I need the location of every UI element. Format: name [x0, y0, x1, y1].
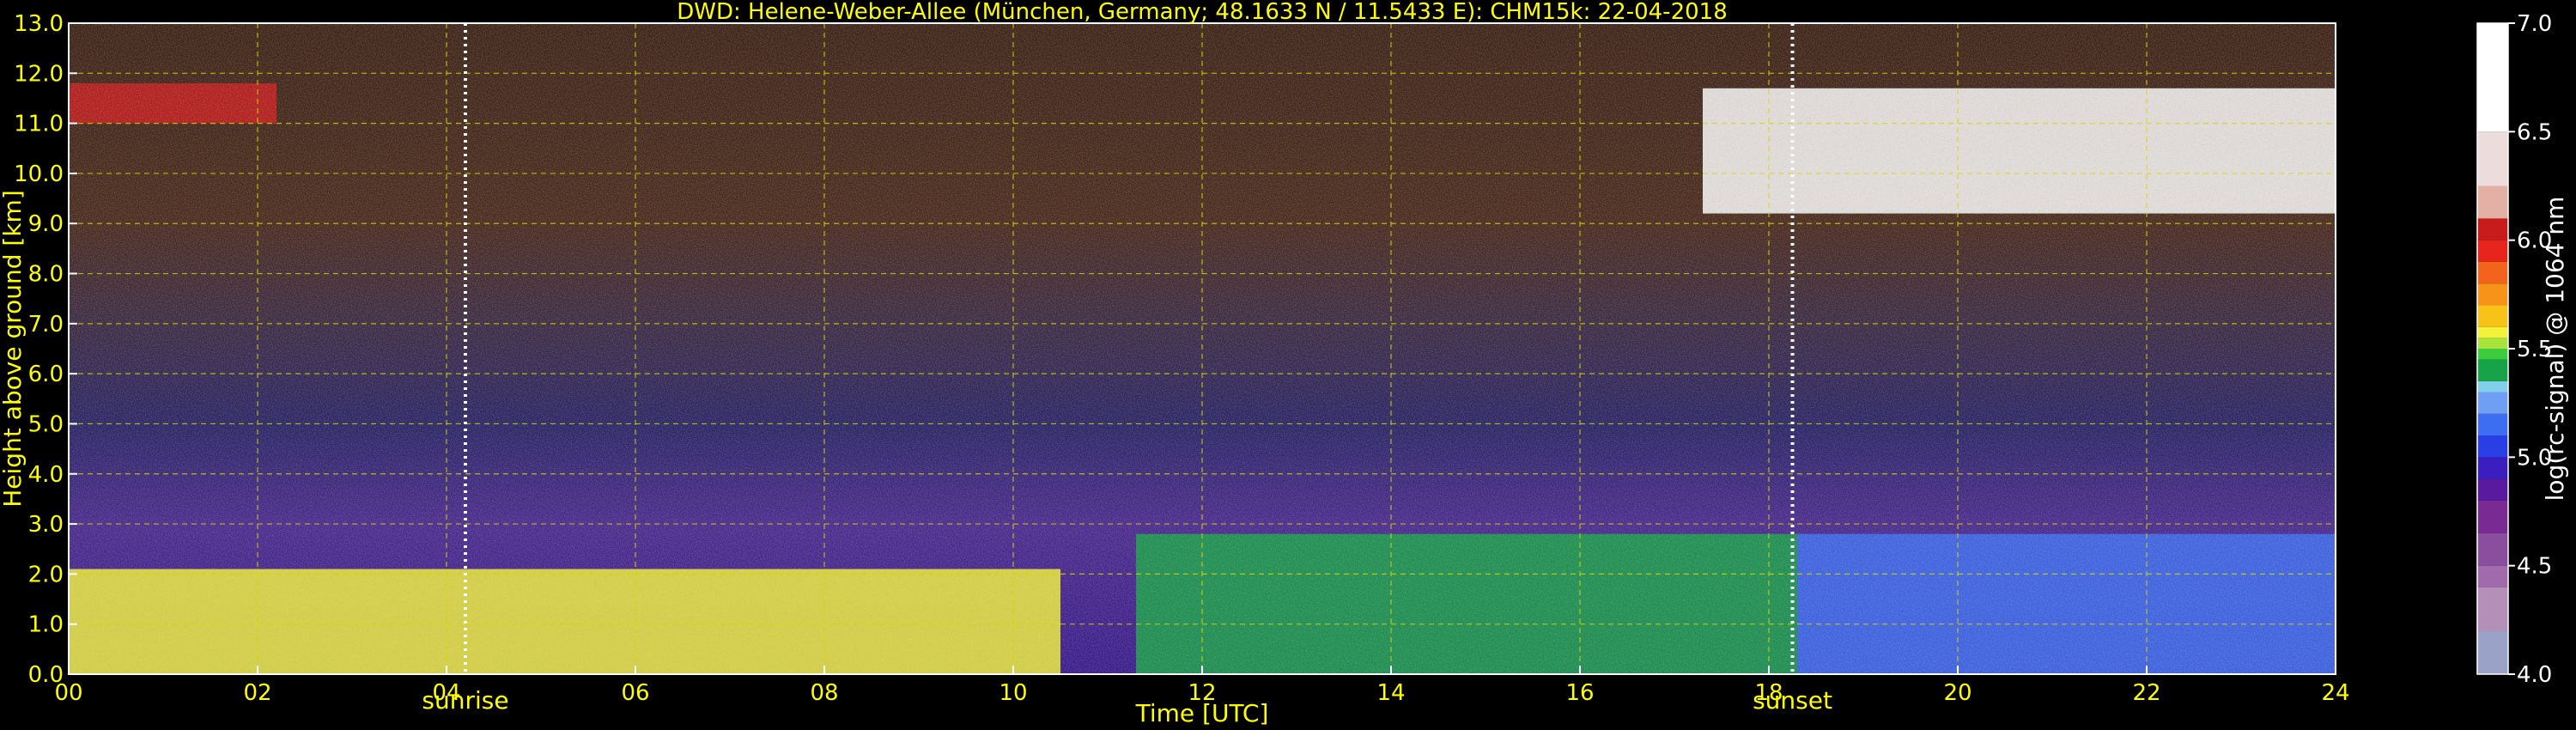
chart-title: DWD: Helene-Weber-Allee (München, German… [677, 0, 1728, 25]
y-tick-label-8: 8.0 [28, 262, 64, 288]
y-tick-label-2: 2.0 [28, 562, 64, 587]
colorbar-level-11 [2477, 359, 2508, 381]
colorbar-level-17 [2477, 261, 2508, 284]
colorbar-level-2 [2477, 565, 2508, 587]
colorbar-level-12 [2477, 349, 2508, 360]
colorbar-level-22 [2477, 23, 2508, 132]
x-tick-label-5: 10 [999, 680, 1027, 706]
x-tick-label-2: 04 [432, 680, 460, 706]
x-tick-label-12: 24 [2321, 680, 2349, 706]
y-tick-label-12: 12.0 [14, 61, 64, 87]
x-tick-label-10: 20 [1943, 680, 1971, 706]
colorbar-level-0 [2477, 630, 2508, 674]
colorbar-level-9 [2477, 392, 2508, 414]
colorbar-level-15 [2477, 305, 2508, 327]
colorbar-level-5 [2477, 478, 2508, 501]
y-tick-label-1: 1.0 [28, 612, 64, 638]
x-tick-label-1: 02 [243, 680, 271, 706]
colorbar-level-6 [2477, 457, 2508, 479]
y-tick-label-4: 4.0 [28, 462, 64, 488]
x-tick-label-11: 22 [2132, 680, 2160, 706]
colorbar-level-1 [2477, 587, 2508, 631]
colorbar-label: log(rc-signal) @ 1064 nm [2541, 197, 2569, 502]
x-axis-label: Time [UTC] [1135, 699, 1269, 727]
colorbar-level-7 [2477, 435, 2508, 458]
y-tick-label-10: 10.0 [14, 161, 64, 187]
colorbar-level-16 [2477, 283, 2508, 306]
colorbar-tick-label-1: 4.5 [2517, 554, 2552, 580]
colorbar-level-3 [2477, 532, 2508, 566]
y-tick-label-5: 5.0 [28, 411, 64, 437]
colorbar-level-13 [2477, 338, 2508, 349]
colorbar-level-8 [2477, 413, 2508, 436]
colorbar-tick-label-5: 6.5 [2517, 119, 2552, 145]
colorbar-tick-label-6: 7.0 [2517, 11, 2552, 37]
x-tick-label-4: 08 [810, 680, 838, 706]
colorbar-level-14 [2477, 326, 2508, 338]
y-tick-label-3: 3.0 [28, 512, 64, 538]
colorbar-level-21 [2477, 131, 2508, 186]
colorbar-level-19 [2477, 218, 2508, 240]
colorbar-level-10 [2477, 380, 2508, 392]
x-tick-label-7: 14 [1376, 680, 1405, 706]
y-tick-label-9: 9.0 [28, 211, 64, 237]
y-axis-label: Height above ground [km] [0, 190, 27, 508]
colorbar-tick-label-0: 4.0 [2517, 662, 2552, 688]
y-tick-label-6: 6.0 [28, 362, 64, 387]
lidar-chart: sunrise sunset 00 02 04 06 08 10 12 14 16 18 20 22 24… [0, 0, 2569, 727]
x-tick-label-9: 18 [1754, 680, 1783, 706]
colorbar-level-20 [2477, 186, 2508, 219]
y-tick-label-7: 7.0 [28, 312, 64, 338]
x-tick-label-3: 06 [621, 680, 649, 706]
y-tick-label-13: 13.0 [14, 11, 64, 37]
y-tick-label-11: 11.0 [14, 112, 64, 137]
colorbar-level-4 [2477, 500, 2508, 533]
y-tick-label-0: 0.0 [28, 662, 64, 688]
colorbar-level-18 [2477, 240, 2508, 262]
x-tick-label-8: 16 [1565, 680, 1594, 706]
